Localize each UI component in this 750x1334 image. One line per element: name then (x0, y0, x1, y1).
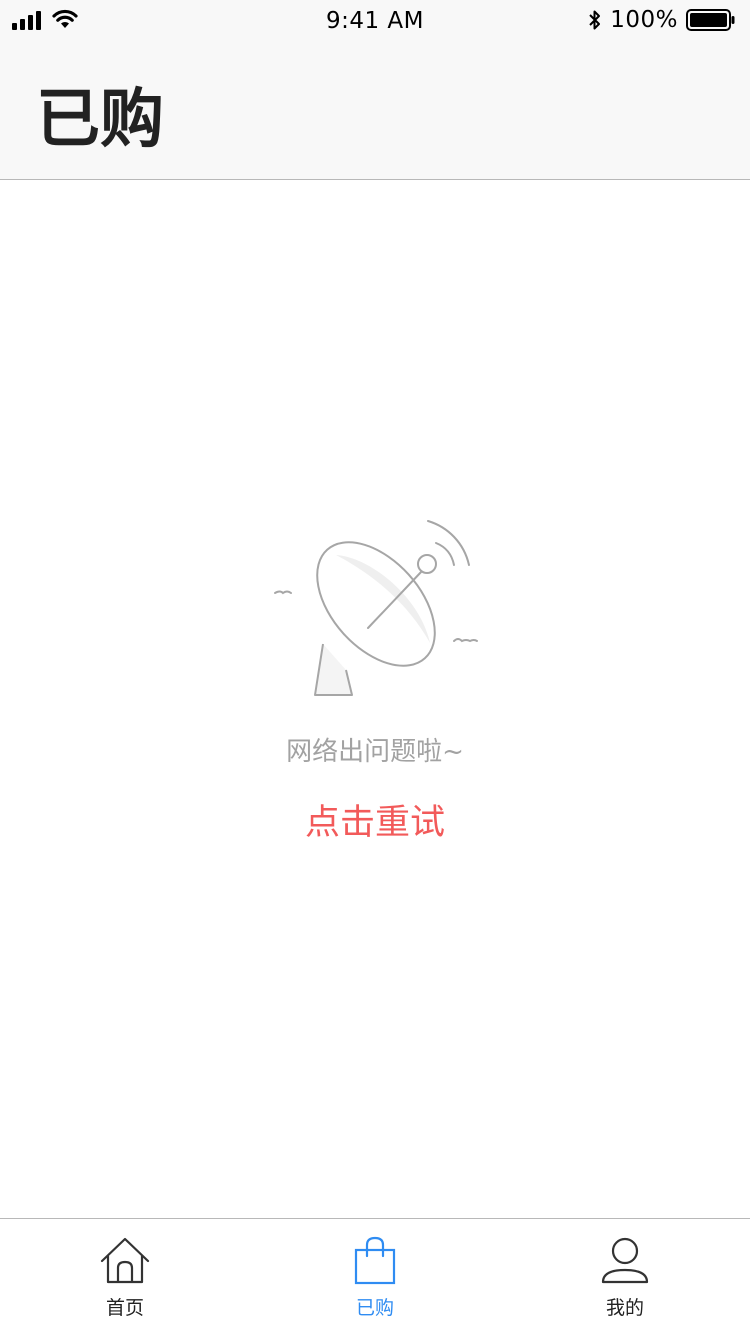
bluetooth-icon (589, 10, 601, 30)
battery-icon (686, 9, 735, 31)
error-message: 网络出问题啦~ (286, 737, 464, 767)
tab-bar: 首页 已购 我的 (0, 1218, 750, 1334)
shopping-bag-icon (354, 1236, 396, 1285)
satellite-dish-icon (274, 520, 478, 696)
status-bar: 9:41 AM 100% (0, 0, 750, 44)
tab-home[interactable]: 首页 (0, 1219, 250, 1334)
tab-label: 已购 (355, 1297, 394, 1319)
home-icon (100, 1237, 150, 1284)
nav-header: 9:41 AM 100% 已购 (0, 0, 750, 180)
tab-label: 首页 (105, 1297, 144, 1319)
error-state-content: 网络出问题啦~ 点击重试 (0, 181, 750, 1218)
tab-purchased[interactable]: 已购 (250, 1219, 500, 1334)
retry-button[interactable]: 点击重试 (275, 793, 475, 845)
battery-percentage: 100% (610, 7, 678, 33)
status-right: 100% (588, 7, 736, 33)
page-title: 已购 (36, 83, 164, 157)
tab-label: 我的 (605, 1297, 644, 1319)
user-icon (601, 1237, 649, 1284)
tab-mine[interactable]: 我的 (500, 1219, 750, 1334)
